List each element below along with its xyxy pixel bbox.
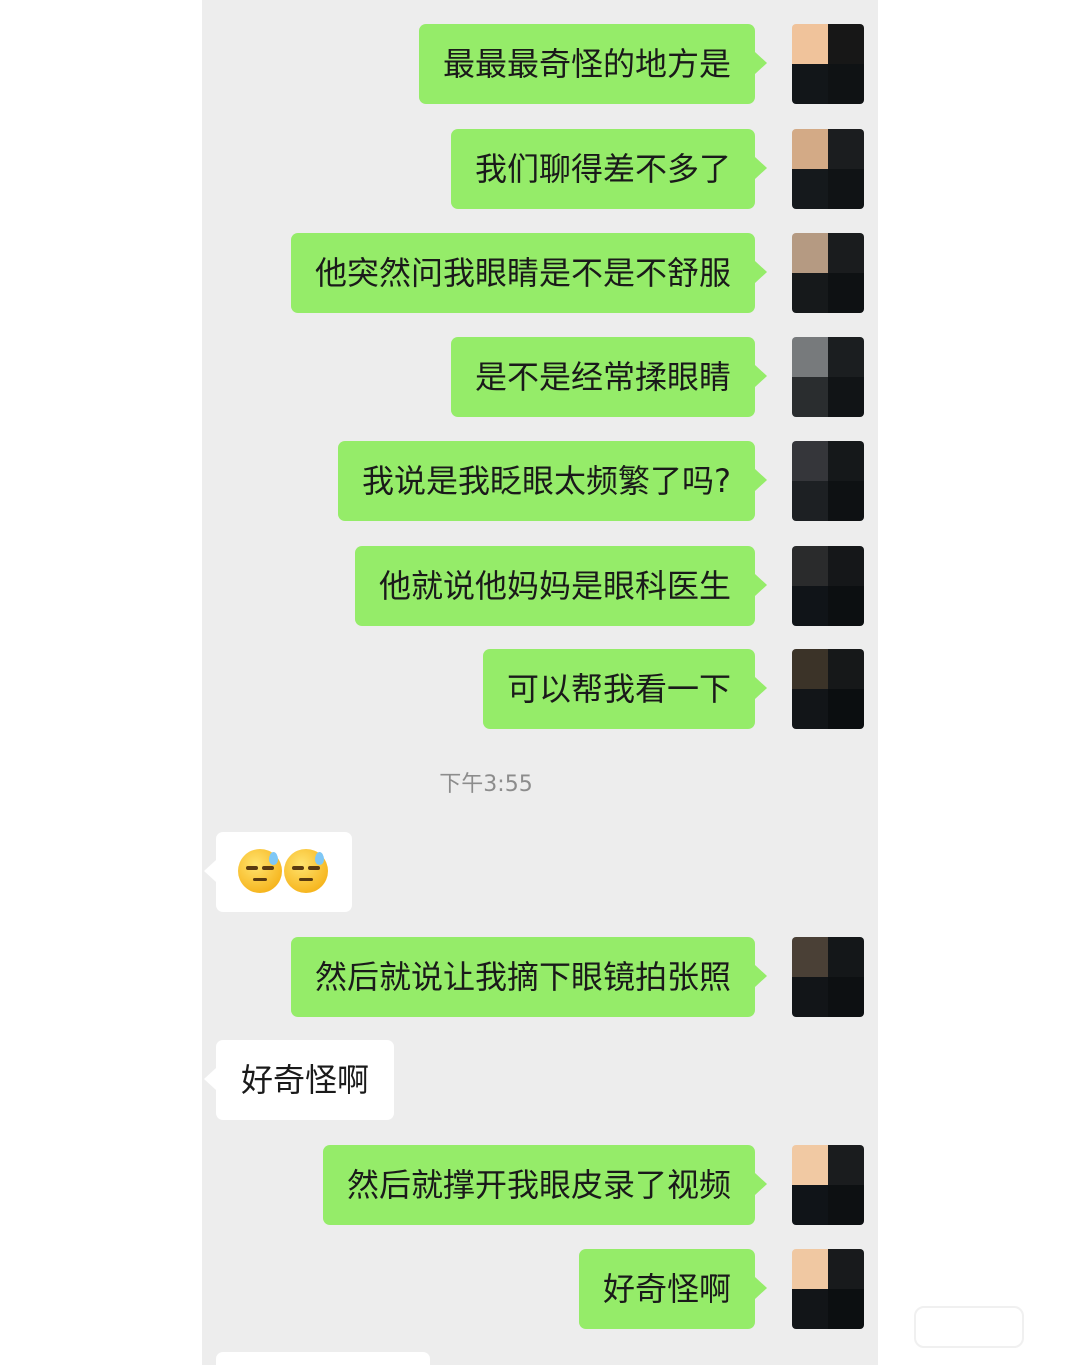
avatar-pixelated[interactable] [792,441,864,521]
my-message-bubble[interactable]: 可以帮我看一下 [482,649,768,729]
avatar-pixelated[interactable] [792,1145,864,1225]
chat-window: 最最最奇怪的地方是 我们聊得差不多了 他突然问我眼睛是不是不舒服 是不是经常揉眼… [202,0,878,1365]
my-message-bubble[interactable]: 他就说他妈妈是眼科医生 [354,546,768,626]
other-message-bubble[interactable] [204,832,352,912]
avatar-pixelated[interactable] [792,937,864,1017]
avatar-pixelated[interactable] [792,337,864,417]
avatar-pixelated[interactable] [792,233,864,313]
my-message-bubble[interactable]: 是不是经常揉眼睛 [450,337,768,417]
my-message-bubble[interactable]: 好奇怪啊 [578,1249,768,1329]
avatar-pixelated[interactable] [792,24,864,104]
my-message-bubble[interactable]: 然后就说让我摘下眼镜拍张照 [290,937,768,1017]
my-message-bubble[interactable]: 然后就撑开我眼皮录了视频 [322,1145,768,1225]
downcast-face-with-sweat-icon [284,849,328,893]
my-message-bubble[interactable]: 我说是我眨眼太频繁了吗? [338,441,767,521]
avatar-pixelated[interactable] [792,649,864,729]
my-message-bubble[interactable]: 他突然问我眼睛是不是不舒服 [290,233,768,313]
avatar-pixelated[interactable] [792,129,864,209]
avatar-pixelated[interactable] [792,1249,864,1329]
other-message-bubble[interactable]: 好奇怪啊 [203,1040,395,1120]
other-message-bubble-partial[interactable] [216,1352,430,1365]
downcast-face-with-sweat-icon [238,849,282,893]
message-timestamp: 下午3:55 [439,772,533,797]
my-message-bubble[interactable]: 我们聊得差不多了 [450,129,768,209]
my-message-bubble[interactable]: 最最最奇怪的地方是 [418,24,768,104]
watermark-logo [914,1306,1024,1348]
avatar-pixelated[interactable] [792,546,864,626]
